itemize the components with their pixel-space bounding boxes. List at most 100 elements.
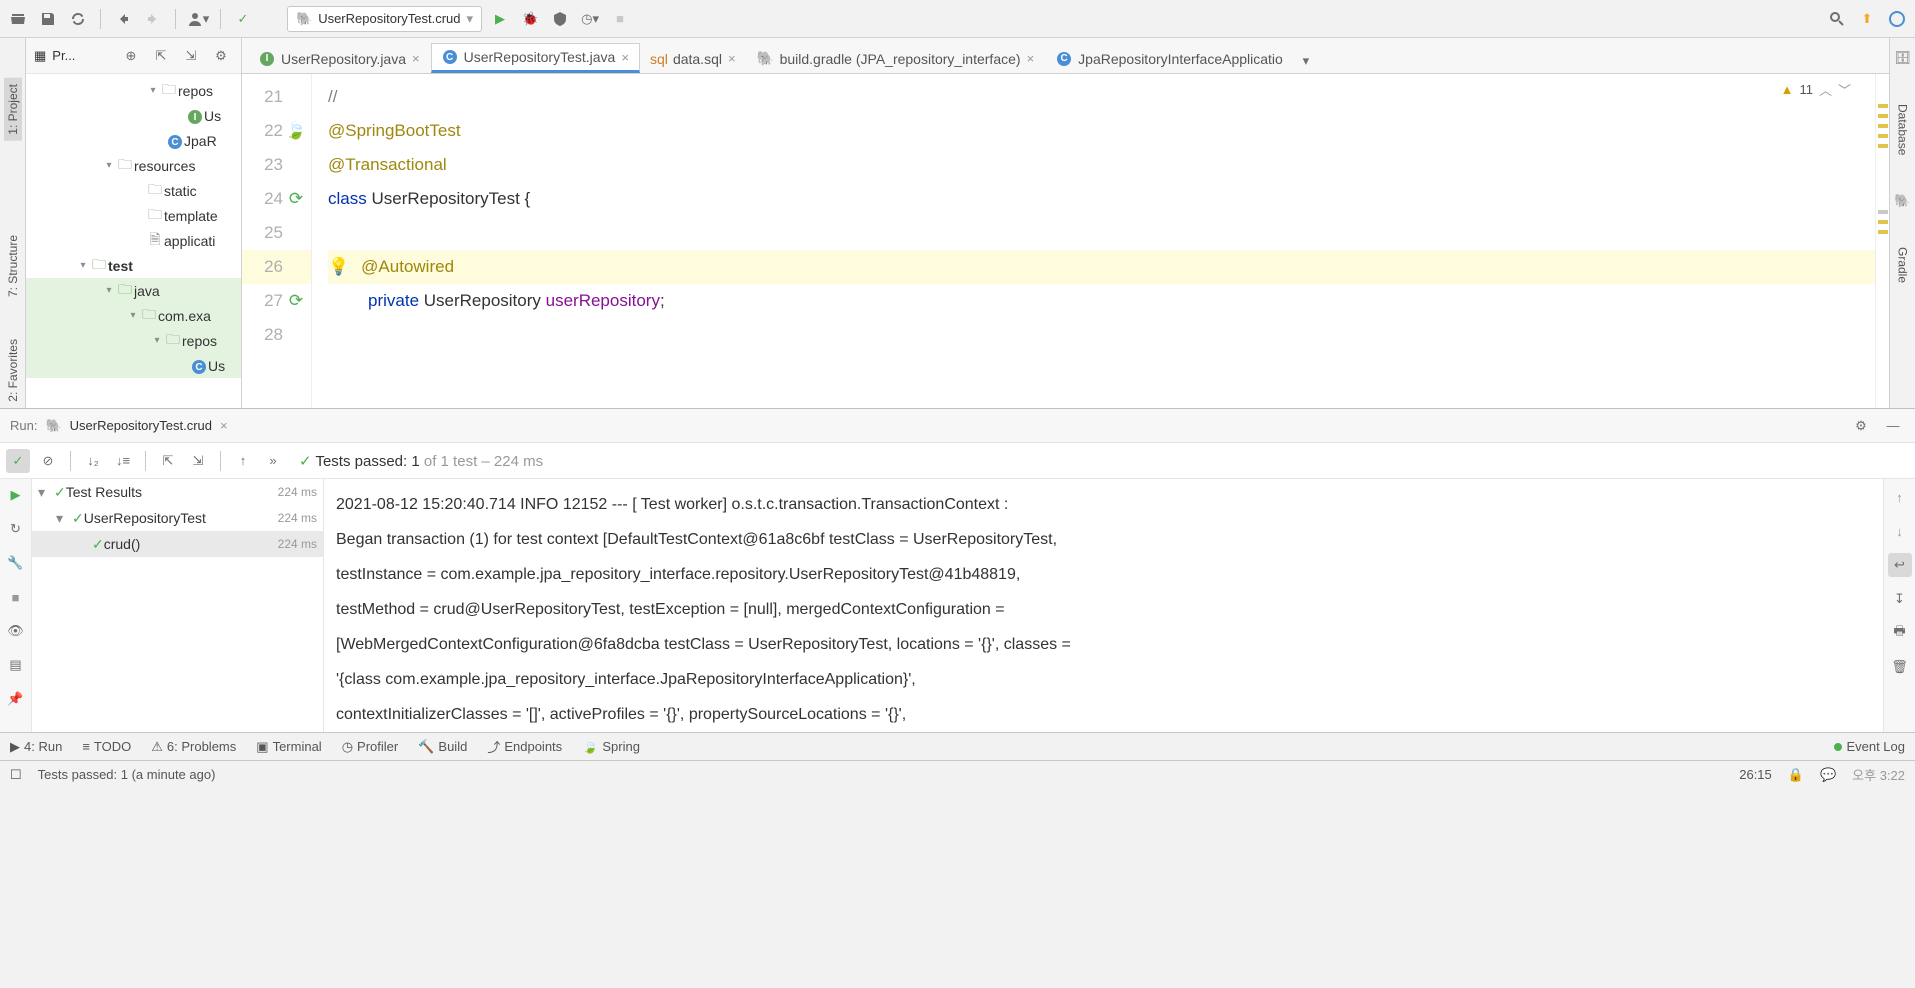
clear-icon[interactable]: 🗑	[1888, 655, 1912, 679]
problems-tab[interactable]: ⚠ 6: Problems	[151, 739, 236, 755]
run-icon[interactable]: ▶	[488, 7, 512, 31]
database-icon[interactable]: 🗄	[1891, 46, 1915, 70]
pin-icon[interactable]: 📌	[4, 687, 28, 711]
more-icon[interactable]: »	[261, 449, 285, 473]
rerun-icon[interactable]: ▶	[4, 483, 28, 507]
test-row-method[interactable]: ✓ crud()224 ms	[32, 531, 323, 557]
expand-icon[interactable]: ⇱	[156, 449, 180, 473]
test-row-class[interactable]: ▾✓ UserRepositoryTest224 ms	[32, 505, 323, 531]
stop-icon[interactable]: ■	[4, 585, 28, 609]
settings-icon[interactable]: ⚙	[1849, 414, 1873, 438]
structure-tool-tab[interactable]: 7: Structure	[4, 229, 22, 303]
scroll-end-icon[interactable]: ↧	[1888, 587, 1912, 611]
collapse-icon[interactable]: ⇲	[186, 449, 210, 473]
spring-leaf-icon[interactable]: 🍃	[287, 121, 305, 141]
code-body[interactable]: ▲ 11 ︿ ﹀ // @SpringBootTest @Transaction…	[312, 74, 1875, 408]
chevron-down-icon[interactable]: ﹀	[1838, 80, 1851, 99]
prev-icon[interactable]: ↑	[231, 449, 255, 473]
run-configuration-selector[interactable]: 🐘 UserRepositoryTest.crud ▾	[287, 6, 482, 32]
rerun-failed-icon[interactable]: ↻	[4, 517, 28, 541]
terminal-tab[interactable]: ▣ Terminal	[256, 739, 321, 755]
stop-icon[interactable]: ■	[608, 7, 632, 31]
file-tab-active[interactable]: CUserRepositoryTest.java×	[431, 43, 640, 73]
close-icon[interactable]: ×	[621, 50, 629, 65]
tree-row[interactable]: 🗀template	[26, 203, 241, 228]
spring-tab[interactable]: 🍃 Spring	[582, 739, 640, 755]
chevron-up-icon[interactable]: ︿	[1819, 80, 1832, 99]
tree-row[interactable]: 🗀static	[26, 178, 241, 203]
back-icon[interactable]	[111, 7, 135, 31]
close-icon[interactable]: ×	[412, 51, 420, 66]
console-output[interactable]: 2021-08-12 15:20:40.714 INFO 12152 --- […	[324, 479, 1883, 732]
tree-row[interactable]: IUs	[26, 103, 241, 128]
tree-row[interactable]: ▾🗀java	[26, 278, 241, 303]
expand-all-icon[interactable]: ⇱	[149, 44, 173, 68]
project-tool-tab[interactable]: 1: Project	[4, 78, 22, 141]
bean-gutter-icon[interactable]: ⟳	[287, 291, 305, 311]
run-tab[interactable]: ▶ 4: Run	[10, 739, 62, 755]
search-icon[interactable]	[1825, 7, 1849, 31]
locate-icon[interactable]: ⊕	[119, 44, 143, 68]
sort-icon[interactable]: ↓₂	[81, 449, 105, 473]
test-row-root[interactable]: ▾✓ Test Results224 ms	[32, 479, 323, 505]
status-icon[interactable]: ☐	[10, 767, 22, 783]
print-icon[interactable]: 🖶	[1888, 621, 1912, 645]
database-tool-tab[interactable]: Database	[1894, 98, 1912, 161]
favorites-tool-tab[interactable]: 2: Favorites	[4, 333, 22, 408]
test-results-tree[interactable]: ▾✓ Test Results224 ms ▾✓ UserRepositoryT…	[32, 479, 324, 732]
close-icon[interactable]: ×	[220, 418, 228, 433]
lock-icon[interactable]: 🔒	[1788, 767, 1804, 783]
event-log-tab[interactable]: Event Log	[1834, 739, 1905, 754]
down-icon[interactable]: ↓	[1888, 519, 1912, 543]
marker-bar[interactable]	[1875, 74, 1889, 408]
up-icon[interactable]: ↑	[1888, 485, 1912, 509]
file-tab[interactable]: IUserRepository.java×	[248, 43, 431, 73]
endpoints-tab[interactable]: ⤴ Endpoints	[487, 737, 562, 756]
profiler-tab[interactable]: ◷ Profiler	[342, 739, 399, 755]
user-icon[interactable]: ▾	[186, 7, 210, 31]
caret-position[interactable]: 26:15	[1739, 767, 1772, 782]
save-icon[interactable]	[36, 7, 60, 31]
tree-row[interactable]: ▾🗀com.exa	[26, 303, 241, 328]
tab-dropdown-icon[interactable]: ▾	[1294, 49, 1318, 73]
tree-row[interactable]: ▾🗀resources	[26, 153, 241, 178]
show-ignored-icon[interactable]: ⊘	[36, 449, 60, 473]
layout-icon[interactable]: ▤	[4, 653, 28, 677]
ide-update-icon[interactable]: ⬆	[1855, 7, 1879, 31]
ide-logo-icon[interactable]	[1885, 7, 1909, 31]
file-tab[interactable]: sqldata.sql×	[640, 43, 747, 73]
collapse-all-icon[interactable]: ⇲	[179, 44, 203, 68]
open-icon[interactable]	[6, 7, 30, 31]
profile-icon[interactable]: ◷▾	[578, 7, 602, 31]
show-passed-icon[interactable]: ✓	[6, 449, 30, 473]
gradle-icon[interactable]: 🐘	[1891, 189, 1915, 213]
project-tree[interactable]: ▾🗀repos IUs CJpaR ▾🗀resources 🗀static 🗀t…	[26, 74, 241, 408]
code-editor[interactable]: 21 22🍃 23 24⟳ 25 26 27⟳ 28 ▲ 11 ︿ ﹀ // @…	[242, 74, 1889, 408]
toggle-auto-icon[interactable]: 🔧	[4, 551, 28, 575]
tree-row[interactable]: ▾🗀repos	[26, 78, 241, 103]
close-icon[interactable]: ×	[728, 51, 736, 66]
file-tab[interactable]: 🐘build.gradle (JPA_repository_interface)…	[747, 43, 1046, 73]
vcs-icon[interactable]: ✓	[231, 7, 255, 31]
inspection-widget[interactable]: ▲ 11 ︿ ﹀	[1781, 80, 1851, 99]
tree-row[interactable]: ▾🗀repos	[26, 328, 241, 353]
coverage-icon[interactable]	[548, 7, 572, 31]
intention-bulb-icon[interactable]: 💡	[328, 257, 349, 277]
settings-icon[interactable]: ⚙	[209, 44, 233, 68]
forward-icon[interactable]	[141, 7, 165, 31]
file-tab[interactable]: CJpaRepositoryInterfaceApplicatio	[1045, 43, 1294, 73]
tree-row[interactable]: CUs	[26, 353, 241, 378]
notifications-icon[interactable]: 💬	[1820, 767, 1836, 783]
tree-row[interactable]: ▾🗀test	[26, 253, 241, 278]
gradle-tool-tab[interactable]: Gradle	[1894, 241, 1912, 289]
run-gutter-icon[interactable]: ⟳	[287, 189, 305, 209]
tree-row[interactable]: CJpaR	[26, 128, 241, 153]
project-panel-title[interactable]: Pr...	[52, 48, 113, 63]
sort-dur-icon[interactable]: ↓≡	[111, 449, 135, 473]
softwrap-icon[interactable]: ↩	[1888, 553, 1912, 577]
build-tab[interactable]: 🔨 Build	[418, 739, 467, 755]
tree-row[interactable]: 🗎applicati	[26, 228, 241, 253]
close-icon[interactable]: ×	[1027, 51, 1035, 66]
watch-icon[interactable]: 👁	[4, 619, 28, 643]
debug-icon[interactable]: 🐞	[518, 7, 542, 31]
